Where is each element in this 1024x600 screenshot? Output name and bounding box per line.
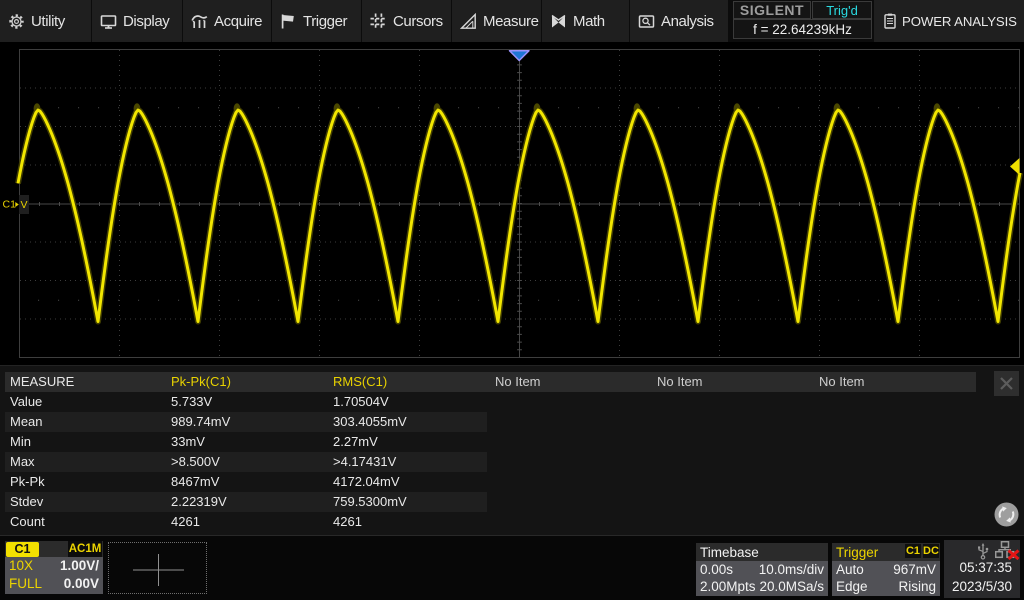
svg-text:V: V — [21, 199, 28, 211]
svg-text:C1: C1 — [3, 199, 17, 211]
